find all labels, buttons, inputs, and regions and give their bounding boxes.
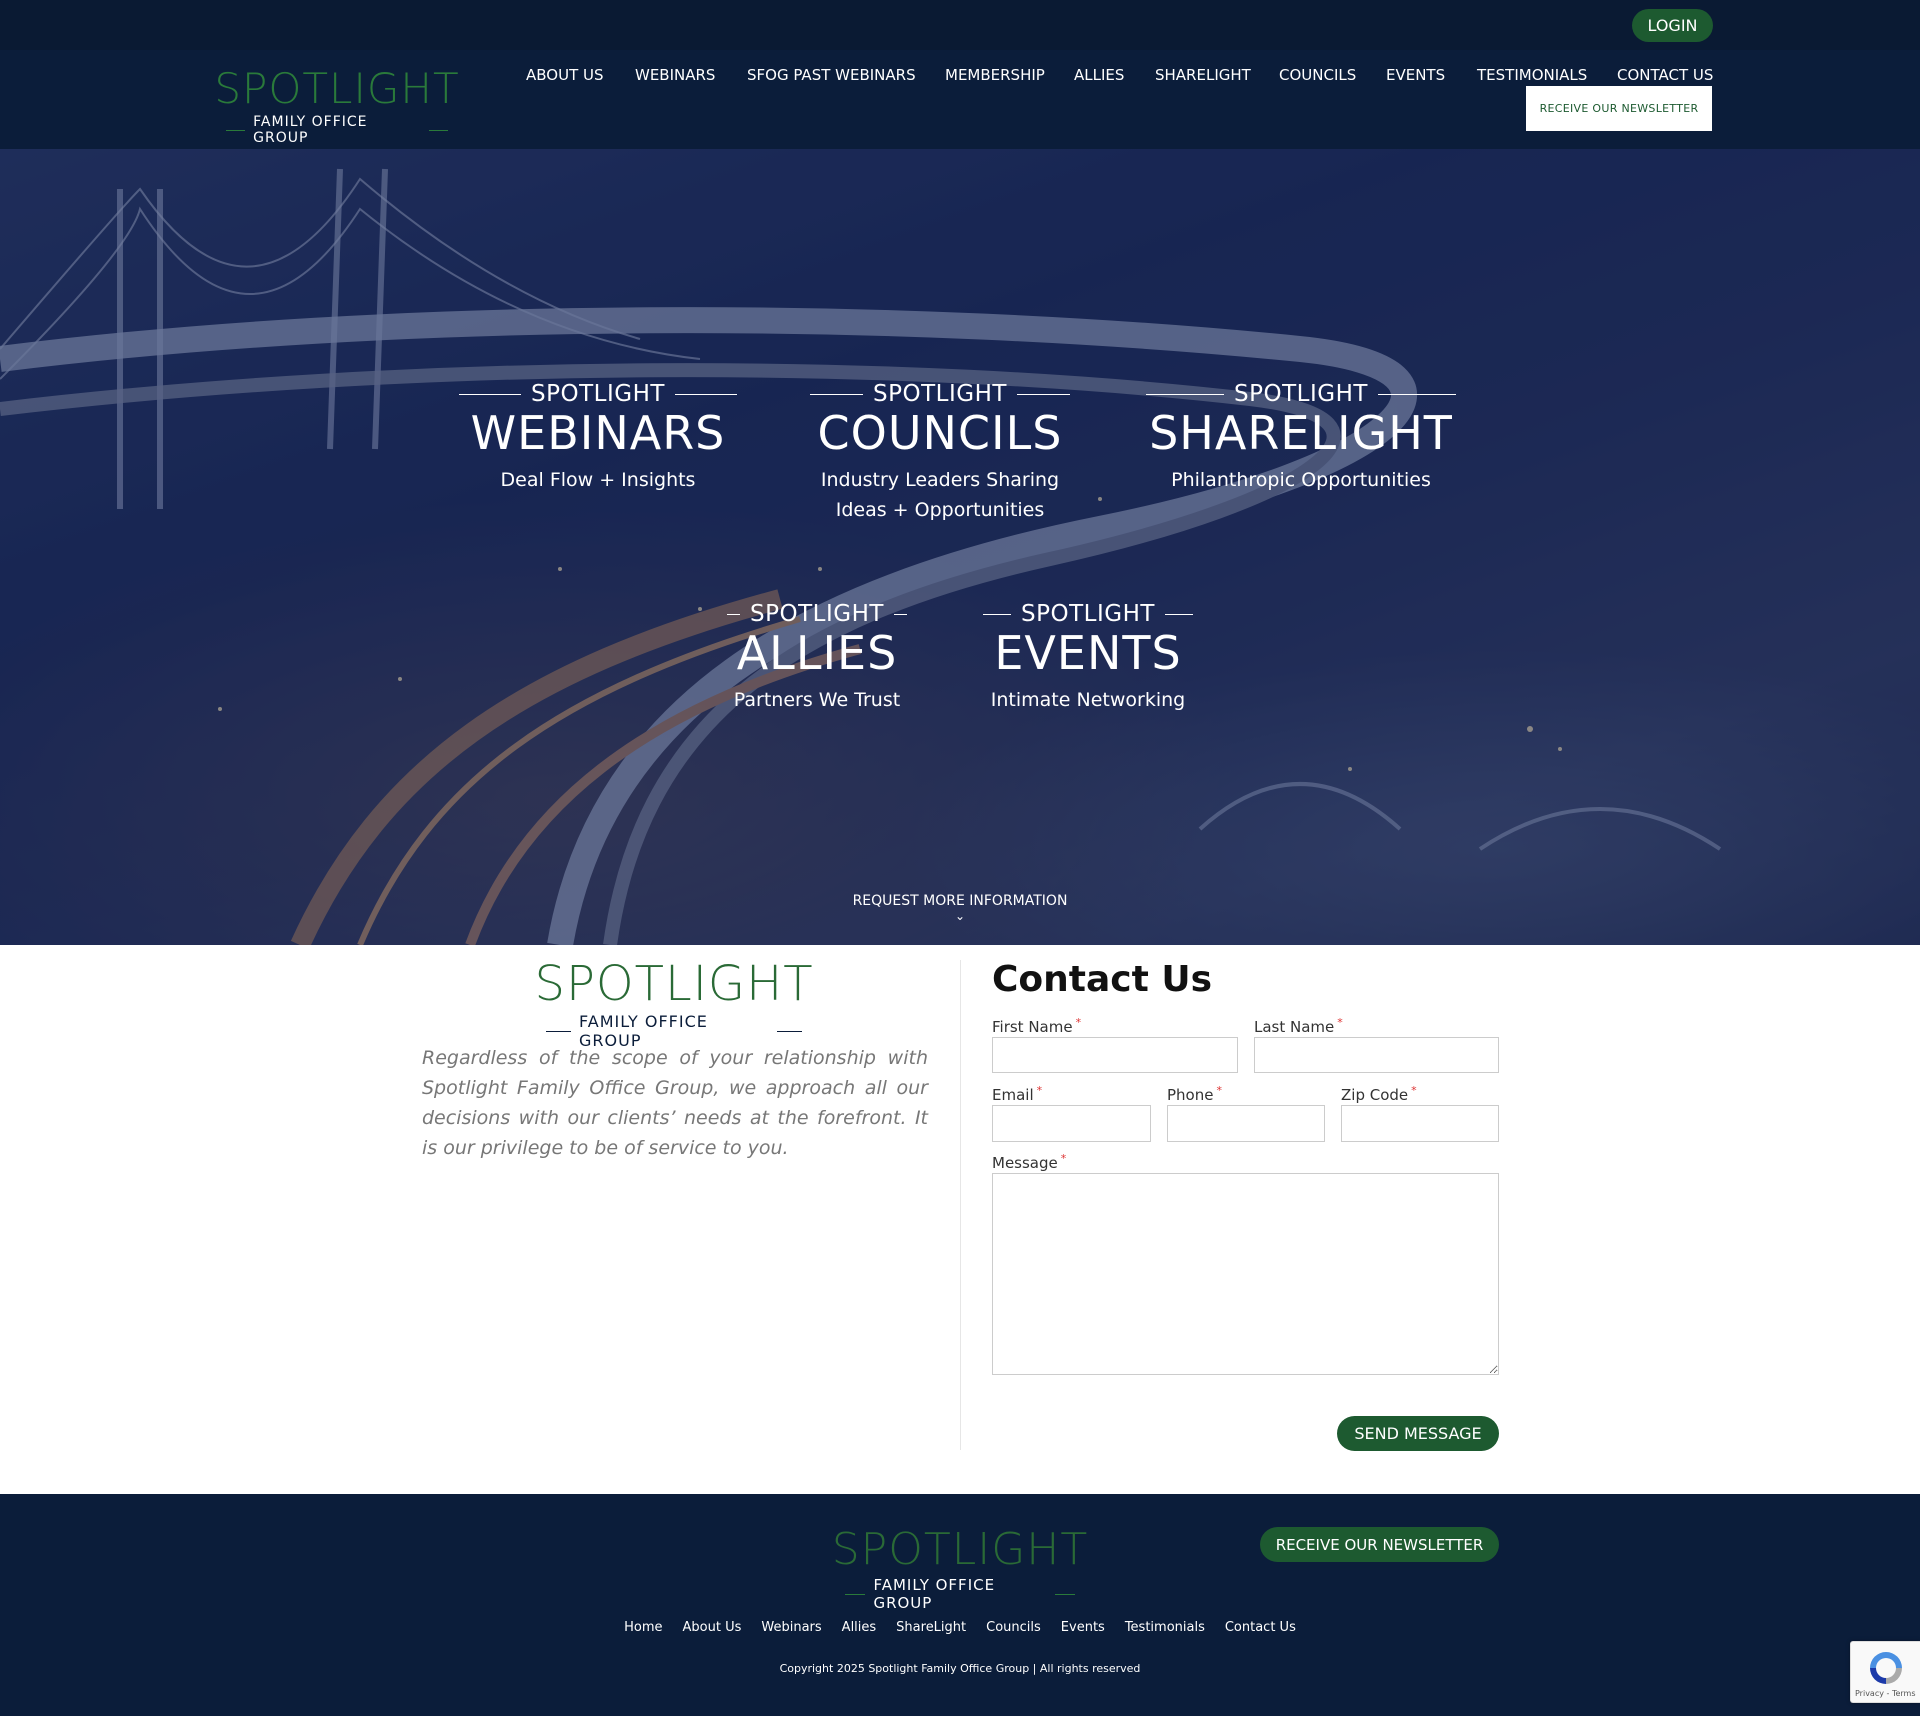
- eyebrow-rule: [1146, 393, 1225, 395]
- nav-webinars[interactable]: WEBINARS: [635, 66, 715, 84]
- footer-link-sharelight[interactable]: ShareLight: [896, 1620, 966, 1635]
- hero-bridge-image: [0, 149, 1920, 945]
- logo-rule-right: [428, 129, 448, 131]
- footer-link-allies[interactable]: Allies: [842, 1620, 877, 1635]
- feature-description: Partners We Trust: [733, 689, 901, 712]
- site-footer: SPOTLIGHT FAMILY OFFICE GROUP RECEIVE OU…: [0, 1494, 1920, 1716]
- footer-newsletter-button[interactable]: RECEIVE OUR NEWSLETTER: [1260, 1527, 1499, 1562]
- feature-eyebrow: SPOTLIGHT: [750, 601, 884, 627]
- form-title: Contact Us: [992, 959, 1213, 1000]
- message-label: Message *: [992, 1152, 1067, 1172]
- eyebrow-rule: [1016, 393, 1070, 395]
- phone-label: Phone *: [1167, 1084, 1222, 1104]
- zip-code-field[interactable]: [1341, 1105, 1499, 1142]
- feature-description: Intimate Networking: [990, 689, 1186, 712]
- feature-title: SHARELIGHT: [1149, 406, 1453, 460]
- request-info-label: REQUEST MORE INFORMATION: [852, 893, 1068, 909]
- feature-eyebrow: SPOTLIGHT: [1234, 381, 1368, 407]
- request-info-link[interactable]: REQUEST MORE INFORMATION ⌄: [0, 893, 1920, 923]
- footer-nav: Home About Us Webinars Allies ShareLight…: [0, 1620, 1920, 1635]
- nav-events[interactable]: EVENTS: [1386, 66, 1445, 84]
- zip-code-label: Zip Code *: [1341, 1084, 1417, 1104]
- last-name-label: Last Name *: [1254, 1016, 1343, 1036]
- recaptcha-icon: [1870, 1652, 1902, 1684]
- send-message-button[interactable]: SEND MESSAGE: [1337, 1416, 1499, 1451]
- eyebrow-rule: [674, 393, 737, 395]
- last-name-field[interactable]: [1254, 1037, 1499, 1073]
- logo-subtitle: FAMILY OFFICE GROUP: [873, 1576, 996, 1612]
- logo-subtitle: FAMILY OFFICE GROUP: [253, 114, 368, 146]
- logo-rule-left: [226, 129, 246, 131]
- eyebrow-rule: [893, 613, 907, 615]
- footer-link-home[interactable]: Home: [624, 1620, 662, 1635]
- feature-description: Industry Leaders Sharing Ideas + Opportu…: [820, 469, 1060, 522]
- eyebrow-rule: [727, 613, 741, 615]
- feature-eyebrow: SPOTLIGHT: [873, 381, 1007, 407]
- feature-description: Deal Flow + Insights: [500, 469, 696, 492]
- footer-link-councils[interactable]: Councils: [986, 1620, 1041, 1635]
- feature-title: ALLIES: [736, 626, 898, 680]
- contact-section: SPOTLIGHT FAMILY OFFICE GROUP Regardless…: [0, 945, 1920, 1494]
- logo-wordmark: SPOTLIGHT: [534, 956, 814, 1012]
- message-field[interactable]: [992, 1173, 1499, 1375]
- eyebrow-rule: [1164, 613, 1193, 615]
- eyebrow-rule: [810, 393, 864, 395]
- phone-field[interactable]: [1167, 1105, 1325, 1142]
- newsletter-button[interactable]: RECEIVE OUR NEWSLETTER: [1526, 86, 1712, 131]
- eyebrow-rule: [983, 613, 1012, 615]
- feature-webinars[interactable]: SPOTLIGHT WEBINARS Deal Flow + Insights: [459, 381, 737, 495]
- feature-eyebrow: SPOTLIGHT: [531, 381, 665, 407]
- nav-about-us[interactable]: ABOUT US: [526, 66, 604, 84]
- feature-councils[interactable]: SPOTLIGHT COUNCILS Industry Leaders Shar…: [810, 381, 1070, 525]
- about-statement: Regardless of the scope of your relation…: [422, 1047, 928, 1159]
- footer-link-contact-us[interactable]: Contact Us: [1225, 1620, 1296, 1635]
- nav-testimonials[interactable]: TESTIMONIALS: [1477, 66, 1587, 84]
- eyebrow-rule: [1377, 393, 1456, 395]
- nav-allies[interactable]: ALLIES: [1074, 66, 1124, 84]
- feature-title: WEBINARS: [470, 406, 726, 460]
- logo-rule-right: [776, 1030, 802, 1032]
- email-field[interactable]: [992, 1105, 1151, 1142]
- login-button[interactable]: LOGIN: [1632, 9, 1713, 42]
- top-bar: LOGIN: [0, 0, 1920, 50]
- section-divider: [960, 960, 961, 1450]
- logo-rule-right: [1054, 1593, 1076, 1595]
- recaptcha-label: Privacy - Terms: [1855, 1689, 1916, 1698]
- nav-past-webinars[interactable]: SFOG PAST WEBINARS: [747, 66, 916, 84]
- feature-description: Philanthropic Opportunities: [1171, 469, 1431, 492]
- email-label: Email *: [992, 1084, 1043, 1104]
- first-name-label: First Name *: [992, 1016, 1082, 1036]
- copyright-text: Copyright 2025 Spotlight Family Office G…: [779, 1662, 1141, 1675]
- first-name-field[interactable]: [992, 1037, 1238, 1073]
- feature-title: EVENTS: [994, 626, 1182, 680]
- site-header: LOGIN SPOTLIGHT FAMILY OFFICE GROUP ABOU…: [0, 0, 1920, 149]
- feature-allies[interactable]: SPOTLIGHT ALLIES Partners We Trust: [727, 601, 907, 715]
- feature-sharelight[interactable]: SPOTLIGHT SHARELIGHT Philanthropic Oppor…: [1146, 381, 1456, 495]
- contact-logo: SPOTLIGHT FAMILY OFFICE GROUP: [534, 960, 812, 1050]
- main-nav: ABOUT US WEBINARS SFOG PAST WEBINARS MEM…: [0, 66, 1920, 86]
- logo-rule-left: [546, 1030, 572, 1032]
- footer-link-events[interactable]: Events: [1061, 1620, 1105, 1635]
- footer-link-testimonials[interactable]: Testimonials: [1125, 1620, 1205, 1635]
- feature-title: COUNCILS: [817, 406, 1063, 460]
- nav-councils[interactable]: COUNCILS: [1279, 66, 1356, 84]
- feature-eyebrow: SPOTLIGHT: [1021, 601, 1155, 627]
- feature-events[interactable]: SPOTLIGHT EVENTS Intimate Networking: [983, 601, 1193, 715]
- footer-link-about-us[interactable]: About Us: [683, 1620, 742, 1635]
- hero-banner: SPOTLIGHT WEBINARS Deal Flow + Insights …: [0, 149, 1920, 945]
- nav-contact-us[interactable]: CONTACT US: [1617, 66, 1713, 84]
- nav-sharelight[interactable]: SHARELIGHT: [1155, 66, 1251, 84]
- chevron-down-icon: ⌄: [954, 909, 966, 923]
- nav-membership[interactable]: MEMBERSHIP: [945, 66, 1045, 84]
- footer-link-webinars[interactable]: Webinars: [761, 1620, 821, 1635]
- footer-logo[interactable]: SPOTLIGHT FAMILY OFFICE GROUP: [832, 1528, 1088, 1613]
- logo-rule-left: [845, 1593, 866, 1595]
- logo-wordmark: SPOTLIGHT: [831, 1524, 1089, 1575]
- recaptcha-badge[interactable]: Privacy - Terms: [1850, 1641, 1920, 1703]
- eyebrow-rule: [459, 393, 522, 395]
